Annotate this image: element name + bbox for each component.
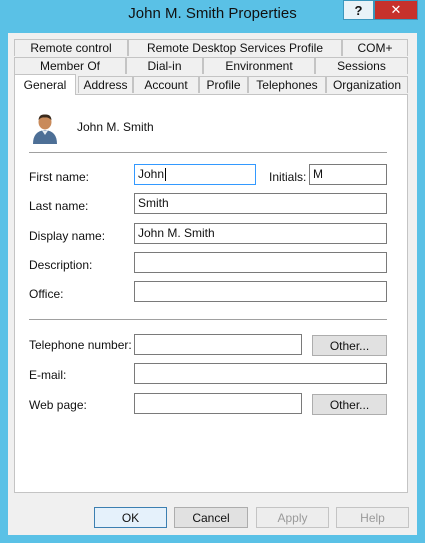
- telephone-label: Telephone number:: [29, 338, 132, 352]
- dialog-client-area: Remote control Remote Desktop Services P…: [8, 33, 417, 535]
- tab-profile[interactable]: Profile: [199, 76, 248, 93]
- general-tab-panel: John M. Smith First name: John Initials:…: [14, 94, 408, 493]
- first-name-field[interactable]: John: [134, 164, 256, 185]
- tab-general[interactable]: General: [14, 74, 76, 95]
- first-name-label: First name:: [29, 170, 90, 184]
- tab-member-of[interactable]: Member Of: [14, 57, 126, 74]
- text-caret: [165, 168, 167, 182]
- office-label: Office:: [29, 287, 64, 301]
- tab-dial-in[interactable]: Dial-in: [126, 57, 203, 74]
- telephone-field[interactable]: [134, 334, 302, 355]
- ok-button[interactable]: OK: [94, 507, 167, 528]
- close-icon: ✕: [390, 2, 402, 17]
- separator-middle: [29, 319, 387, 320]
- display-name-label: Display name:: [29, 229, 106, 243]
- email-label: E-mail:: [29, 368, 67, 382]
- user-display-name: John M. Smith: [77, 120, 154, 134]
- properties-window: John M. Smith Properties ? ✕ Remote cont…: [0, 0, 425, 543]
- tab-com-plus[interactable]: COM+: [342, 39, 408, 56]
- initials-label: Initials:: [269, 170, 307, 184]
- apply-button[interactable]: Apply: [256, 507, 329, 528]
- close-button[interactable]: ✕: [374, 0, 418, 20]
- title-bar[interactable]: John M. Smith Properties ? ✕: [0, 0, 425, 34]
- description-field[interactable]: [134, 252, 387, 273]
- webpage-other-button[interactable]: Other...: [312, 394, 387, 415]
- tab-organization[interactable]: Organization: [326, 76, 408, 93]
- tab-remote-desktop-services-profile[interactable]: Remote Desktop Services Profile: [128, 39, 342, 56]
- description-label: Description:: [29, 258, 93, 272]
- help-button[interactable]: Help: [336, 507, 409, 528]
- initials-field[interactable]: M: [309, 164, 387, 185]
- email-field[interactable]: [134, 363, 387, 384]
- tab-address[interactable]: Address: [78, 76, 133, 93]
- help-title-button[interactable]: ?: [343, 0, 374, 20]
- tab-telephones[interactable]: Telephones: [248, 76, 326, 93]
- webpage-field[interactable]: [134, 393, 302, 414]
- first-name-value: John: [138, 167, 165, 181]
- display-name-field[interactable]: John M. Smith: [134, 223, 387, 244]
- webpage-label: Web page:: [29, 398, 87, 412]
- office-field[interactable]: [134, 281, 387, 302]
- tab-account[interactable]: Account: [133, 76, 199, 93]
- tab-environment[interactable]: Environment: [203, 57, 315, 74]
- tab-remote-control[interactable]: Remote control: [14, 39, 128, 56]
- telephone-other-button[interactable]: Other...: [312, 335, 387, 356]
- user-icon: [33, 114, 57, 144]
- separator-top: [29, 152, 387, 153]
- last-name-label: Last name:: [29, 199, 89, 213]
- tab-sessions[interactable]: Sessions: [315, 57, 408, 74]
- last-name-field[interactable]: Smith: [134, 193, 387, 214]
- cancel-button[interactable]: Cancel: [174, 507, 248, 528]
